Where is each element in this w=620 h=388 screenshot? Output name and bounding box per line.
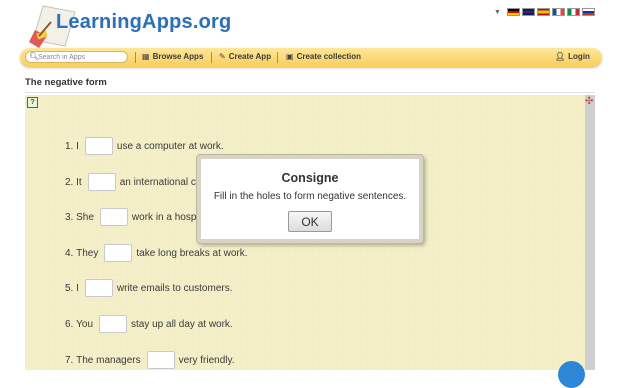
search-box[interactable]: 🔍︎	[25, 51, 128, 63]
sentence-number: 4.	[65, 247, 74, 259]
sentence-end: write emails to customers.	[116, 282, 233, 294]
sentence-start: I	[76, 140, 79, 152]
flag-es-icon[interactable]	[536, 8, 550, 16]
dialog-title: Consigne	[281, 171, 339, 185]
chevron-down-icon[interactable]: ▼	[494, 9, 501, 16]
instructions-dialog: Consigne Fill in the holes to form negat…	[197, 155, 423, 243]
browse-apps-link[interactable]: ▦ Browse Apps	[142, 52, 203, 61]
answer-field[interactable]	[104, 244, 133, 262]
sentence-end: an international c	[119, 176, 196, 188]
answer-field[interactable]	[84, 279, 113, 297]
create-collection-link[interactable]: ▣ Create collection	[286, 52, 361, 61]
flag-ru-icon[interactable]	[581, 8, 595, 16]
sentence-number: 2.	[65, 176, 74, 188]
language-selector[interactable]: ▼	[494, 8, 595, 16]
sentence-5: 5. I write emails to customers.	[65, 279, 233, 297]
sentence-3: 3. She work in a hosp	[65, 208, 196, 226]
sentence-7: 7. The managers very friendly.	[65, 351, 235, 369]
answer-field[interactable]	[99, 315, 127, 333]
page-title: The negative form	[25, 77, 107, 88]
flag-de-icon[interactable]	[506, 8, 520, 16]
answer-field[interactable]	[87, 173, 116, 191]
flag-en-icon[interactable]	[521, 8, 535, 16]
sentence-number: 1.	[65, 140, 74, 152]
sentence-end: stay up all day at work.	[131, 318, 233, 330]
nav-divider	[135, 52, 136, 63]
ok-button[interactable]: OK	[288, 211, 332, 232]
logo-text[interactable]: LearningApps.org	[56, 11, 231, 34]
fullscreen-icon[interactable]: ✣	[585, 97, 593, 107]
browse-apps-label: Browse Apps	[152, 52, 204, 61]
create-collection-label: Create collection	[296, 52, 362, 61]
sentence-start: You	[76, 318, 93, 330]
sentence-start: The managers	[76, 354, 141, 366]
create-app-label: Create App	[228, 52, 272, 61]
scrollbar[interactable]	[585, 95, 595, 370]
sentence-number: 6.	[65, 318, 74, 330]
sentence-4: 4. They take long breaks at work.	[65, 244, 248, 262]
nav-divider	[277, 52, 278, 63]
divider	[25, 92, 595, 93]
help-icon[interactable]: ?	[27, 97, 38, 108]
sentence-start: They	[76, 247, 99, 259]
search-input[interactable]	[38, 52, 124, 62]
grid-icon: ▦	[142, 52, 150, 61]
sentence-number: 5.	[65, 282, 74, 294]
dialog-text: Fill in the holes to form negative sente…	[213, 191, 407, 202]
nav-divider	[211, 52, 212, 63]
answer-field[interactable]	[84, 137, 113, 155]
floating-action-button[interactable]	[558, 361, 585, 388]
user-icon: 👤︎	[555, 52, 566, 61]
answer-field[interactable]	[99, 208, 128, 226]
collection-icon: ▣	[286, 52, 294, 61]
sentence-start: I	[76, 282, 79, 294]
flag-it-icon[interactable]	[566, 8, 580, 16]
sentence-end: use a computer at work.	[116, 140, 224, 152]
create-app-link[interactable]: ✎ Create App	[219, 52, 271, 61]
sentence-2: 2. It an international c	[65, 173, 196, 191]
nav-bar: 🔍︎ ▦ Browse Apps ✎ Create App ▣ Create c…	[20, 48, 602, 67]
sentence-6: 6. You stay up all day at work.	[65, 315, 233, 333]
sentence-number: 7.	[65, 354, 74, 366]
login-label: Login	[568, 52, 590, 61]
flag-fr-icon[interactable]	[551, 8, 565, 16]
sentence-number: 3.	[65, 211, 74, 223]
sentence-start: She	[76, 211, 94, 223]
sentence-end: work in a hosp	[131, 211, 197, 223]
sentence-1: 1. I use a computer at work.	[65, 137, 224, 155]
sentence-start: It	[76, 176, 82, 188]
pencil-icon: ✎	[219, 52, 226, 61]
sentence-end: very friendly.	[178, 354, 235, 366]
login-link[interactable]: 👤︎ Login	[555, 52, 590, 61]
answer-field[interactable]	[146, 351, 175, 369]
sentence-end: take long breaks at work.	[136, 247, 248, 259]
